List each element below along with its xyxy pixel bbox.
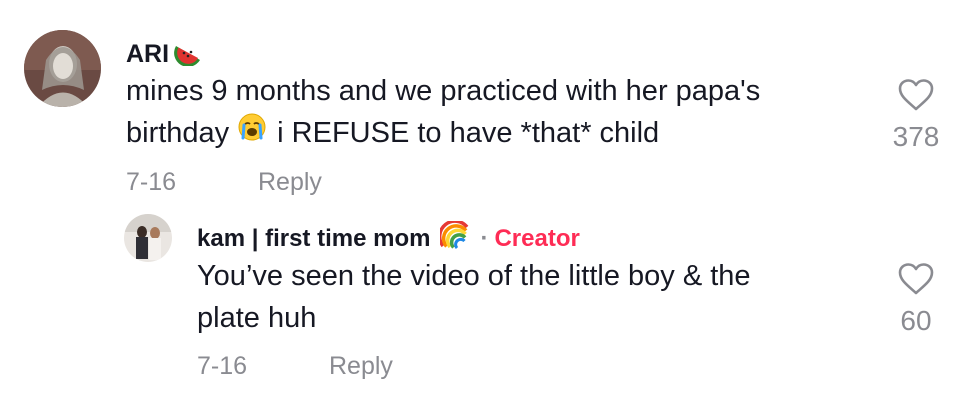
comment-date: 7-16 bbox=[126, 168, 177, 196]
heart-icon[interactable] bbox=[876, 78, 956, 117]
like-button[interactable]: 60 bbox=[876, 262, 956, 337]
comment-text: mines 9 months and we practiced with her… bbox=[126, 70, 866, 154]
comment-text-part: i REFUSE to have *that* child bbox=[277, 117, 660, 149]
reply-text: You’ve seen the video of the little boy … bbox=[197, 255, 877, 339]
username-text[interactable]: ARI bbox=[126, 40, 169, 69]
rainbow-icon bbox=[438, 219, 470, 256]
crying-face-icon bbox=[237, 112, 267, 154]
like-count: 378 bbox=[892, 121, 940, 152]
like-button[interactable]: 378 bbox=[876, 78, 956, 153]
avatar[interactable] bbox=[24, 30, 101, 107]
username-text[interactable]: kam | first time mom bbox=[197, 225, 430, 253]
reply-text-line: You’ve seen the video of the little boy … bbox=[197, 260, 751, 292]
like-count: 60 bbox=[900, 305, 932, 336]
reply-button[interactable]: Reply bbox=[329, 352, 393, 381]
comment-text-line: mines 9 months and we practiced with her… bbox=[126, 75, 761, 107]
reply-username[interactable]: kam | first time mom · Creator bbox=[197, 219, 580, 256]
comment-text-part: birthday bbox=[126, 117, 230, 149]
avatar[interactable] bbox=[124, 214, 172, 262]
reply-text-line: plate huh bbox=[197, 302, 317, 334]
watermelon-icon bbox=[173, 36, 203, 73]
reply-date: 7-16 bbox=[197, 352, 248, 380]
separator-dot: · bbox=[480, 224, 489, 252]
comment-text-line: birthday i REFUSE to have *that* child bbox=[126, 112, 866, 154]
comment-username[interactable]: ARI bbox=[126, 36, 203, 73]
creator-badge: Creator bbox=[494, 224, 580, 252]
heart-icon[interactable] bbox=[876, 262, 956, 301]
reply-button[interactable]: Reply bbox=[258, 168, 322, 197]
